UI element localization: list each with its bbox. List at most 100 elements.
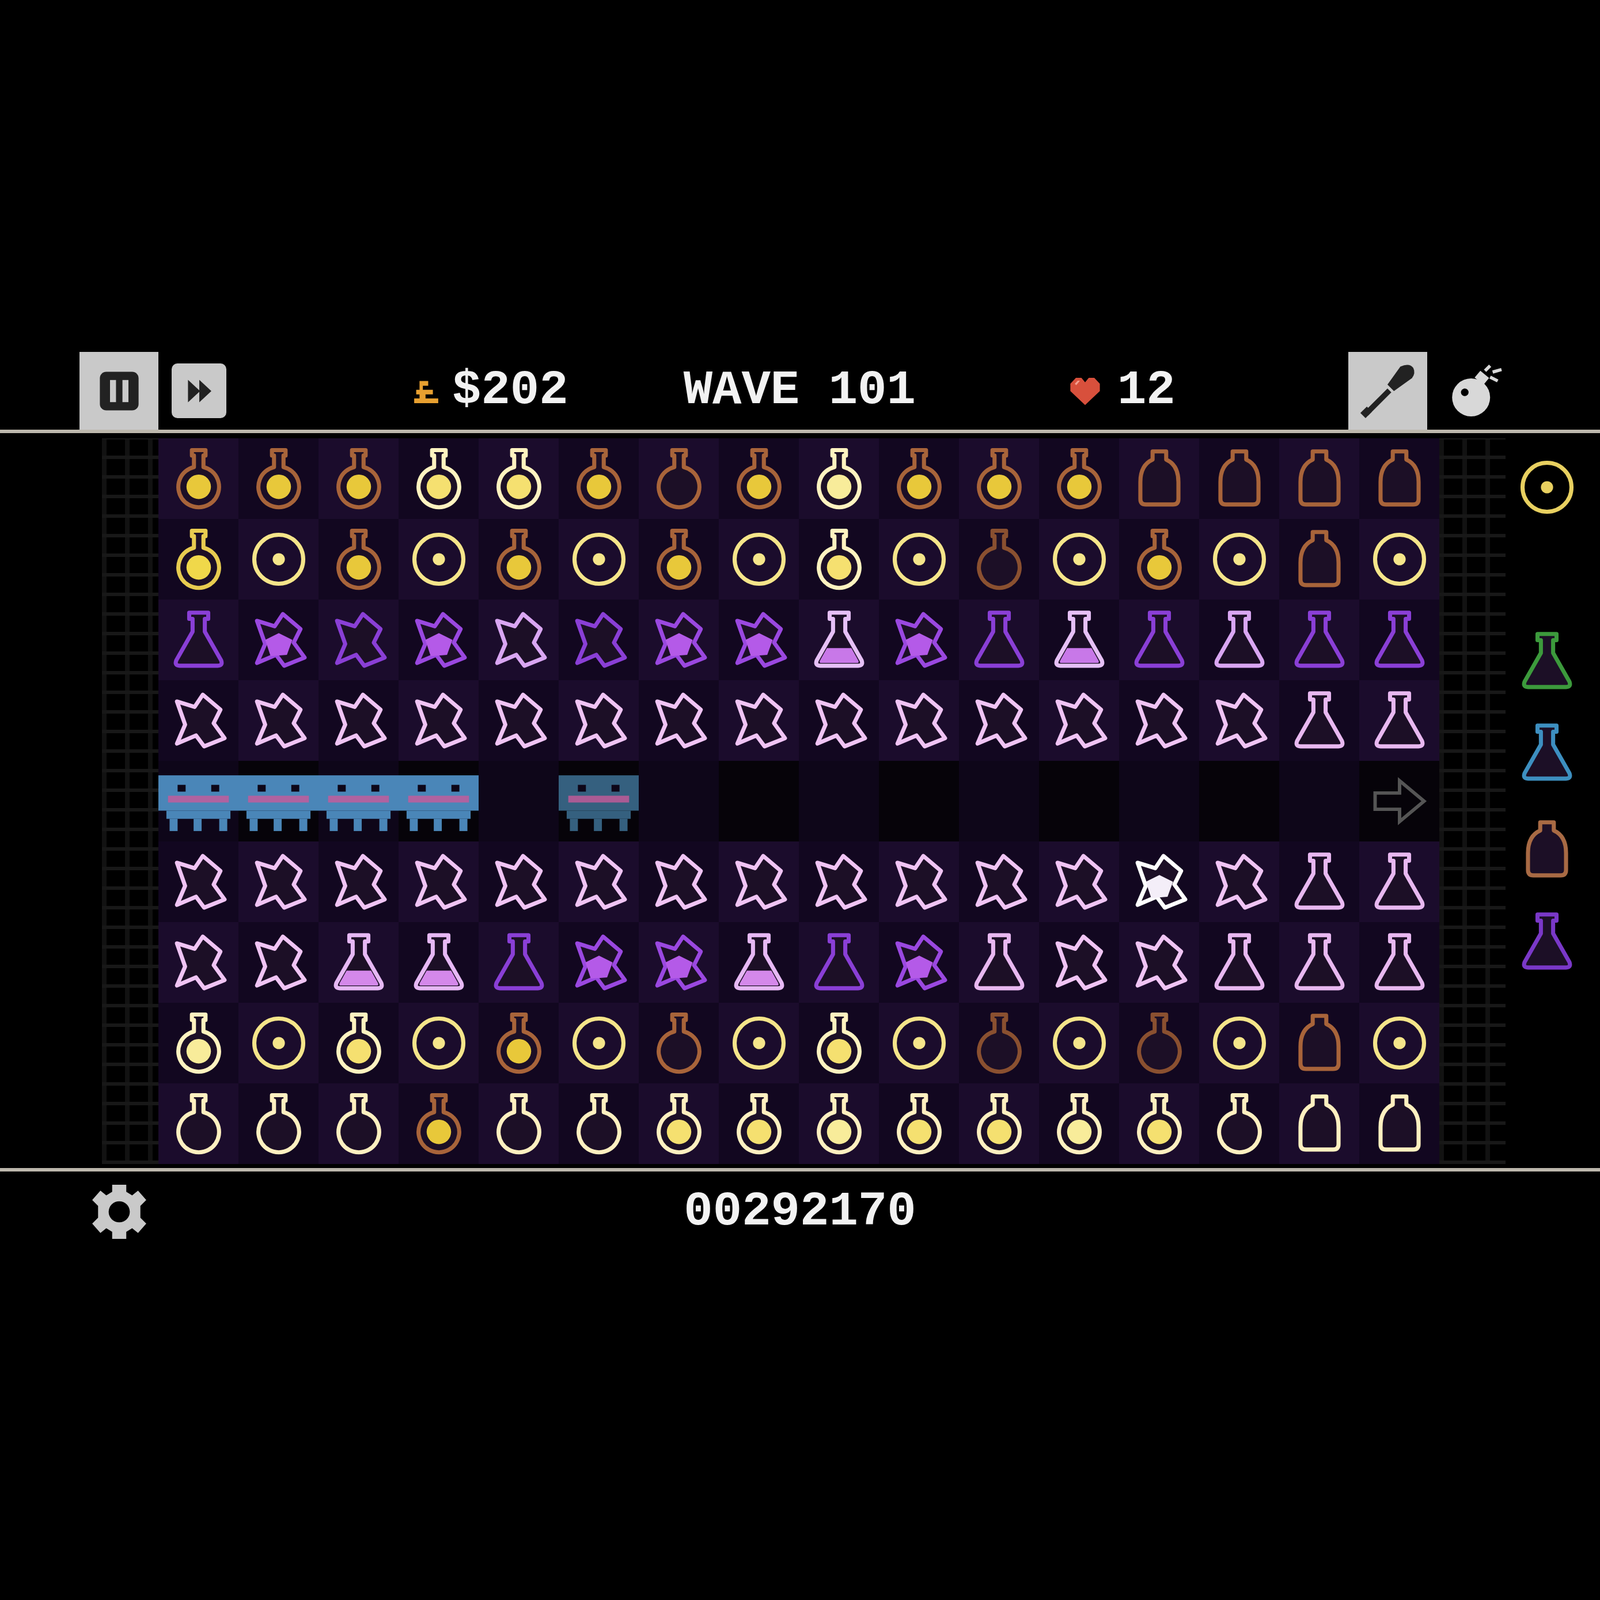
board-cell[interactable] — [798, 518, 879, 600]
path-cell[interactable] — [238, 760, 319, 842]
board-cell[interactable] — [558, 841, 639, 923]
settings-gear-icon[interactable] — [89, 1182, 149, 1242]
board-cell[interactable] — [1039, 1083, 1120, 1165]
board-cell[interactable] — [1119, 922, 1200, 1003]
board-cell[interactable] — [1039, 518, 1120, 600]
palette-item[interactable] — [1512, 907, 1582, 977]
path-cell[interactable] — [478, 760, 559, 842]
board-cell[interactable] — [158, 518, 239, 600]
board-cell[interactable] — [318, 680, 399, 761]
board-cell[interactable] — [158, 680, 239, 761]
board-cell[interactable] — [1039, 841, 1120, 923]
board-cell[interactable] — [798, 680, 879, 761]
board-cell[interactable] — [158, 599, 239, 681]
board-cell[interactable] — [158, 1083, 239, 1165]
board-cell[interactable] — [1279, 1083, 1360, 1165]
board-cell[interactable] — [1039, 438, 1120, 519]
path-cell[interactable] — [1279, 760, 1360, 842]
board-cell[interactable] — [638, 438, 719, 519]
board-cell[interactable] — [878, 841, 959, 923]
board-cell[interactable] — [1279, 438, 1360, 519]
board-cell[interactable] — [318, 518, 399, 600]
path-cell[interactable] — [318, 760, 399, 842]
board-cell[interactable] — [958, 922, 1040, 1003]
path-cell[interactable] — [1039, 760, 1120, 842]
board-cell[interactable] — [1279, 599, 1360, 681]
path-cell[interactable] — [958, 760, 1040, 842]
board-cell[interactable] — [1199, 1002, 1280, 1084]
board-cell[interactable] — [478, 518, 559, 600]
board-cell[interactable] — [558, 438, 639, 519]
board-cell[interactable] — [718, 599, 799, 681]
board-cell[interactable] — [638, 1083, 719, 1165]
board-cell[interactable] — [238, 1083, 319, 1165]
board-cell[interactable] — [398, 680, 479, 761]
path-cell[interactable] — [798, 760, 879, 842]
board-cell[interactable] — [478, 841, 559, 923]
board-cell[interactable] — [1279, 680, 1360, 761]
board-cell[interactable] — [478, 1083, 559, 1165]
board-cell[interactable] — [798, 438, 879, 519]
board-cell[interactable] — [558, 680, 639, 761]
board-cell[interactable] — [798, 1002, 879, 1084]
board-cell[interactable] — [718, 922, 799, 1003]
board-cell[interactable] — [1199, 1083, 1280, 1165]
path-cell[interactable] — [718, 760, 799, 842]
board-cell[interactable] — [478, 599, 559, 681]
palette-item[interactable] — [1512, 814, 1582, 885]
palette-item[interactable] — [1512, 718, 1582, 788]
board-cell[interactable] — [718, 841, 799, 923]
board-cell[interactable] — [878, 518, 959, 600]
board-cell[interactable] — [1199, 518, 1280, 600]
board-cell[interactable] — [1359, 922, 1440, 1003]
board-cell[interactable] — [1119, 599, 1200, 681]
board-cell[interactable] — [958, 518, 1040, 600]
board-cell[interactable] — [1039, 922, 1120, 1003]
palette-item[interactable] — [1512, 626, 1582, 696]
path-cell[interactable] — [1199, 760, 1280, 842]
board-cell[interactable] — [158, 922, 239, 1003]
board-cell[interactable] — [1199, 922, 1280, 1003]
board-cell[interactable] — [638, 599, 719, 681]
board-cell[interactable] — [478, 1002, 559, 1084]
board-cell[interactable] — [1119, 841, 1200, 923]
path-cell[interactable] — [558, 760, 639, 842]
board-cell[interactable] — [398, 599, 479, 681]
board-cell[interactable] — [638, 1002, 719, 1084]
board-cell[interactable] — [318, 922, 399, 1003]
board-cell[interactable] — [478, 680, 559, 761]
board-cell[interactable] — [398, 1083, 479, 1165]
board-cell[interactable] — [878, 680, 959, 761]
board-cell[interactable] — [158, 841, 239, 923]
board-cell[interactable] — [718, 1002, 799, 1084]
board-cell[interactable] — [1039, 1002, 1120, 1084]
board-cell[interactable] — [878, 438, 959, 519]
board-cell[interactable] — [318, 841, 399, 923]
board-cell[interactable] — [1359, 518, 1440, 600]
board-cell[interactable] — [718, 680, 799, 761]
board-cell[interactable] — [158, 1002, 239, 1084]
board-cell[interactable] — [558, 922, 639, 1003]
path-cell[interactable] — [398, 760, 479, 842]
board-cell[interactable] — [1279, 922, 1360, 1003]
board-cell[interactable] — [1279, 841, 1360, 923]
board-cell[interactable] — [958, 1002, 1040, 1084]
board-cell[interactable] — [238, 518, 319, 600]
board-cell[interactable] — [398, 841, 479, 923]
game-board[interactable] — [158, 438, 1440, 1165]
board-cell[interactable] — [558, 599, 639, 681]
pause-button[interactable] — [79, 351, 159, 430]
board-cell[interactable] — [1199, 438, 1280, 519]
board-cell[interactable] — [638, 680, 719, 761]
path-cell[interactable] — [1359, 760, 1440, 842]
board-cell[interactable] — [1359, 438, 1440, 519]
board-cell[interactable] — [238, 841, 319, 923]
board-cell[interactable] — [318, 1083, 399, 1165]
board-cell[interactable] — [798, 599, 879, 681]
board-cell[interactable] — [878, 922, 959, 1003]
board-cell[interactable] — [238, 1002, 319, 1084]
board-cell[interactable] — [1279, 1002, 1360, 1084]
board-cell[interactable] — [1359, 599, 1440, 681]
board-cell[interactable] — [478, 922, 559, 1003]
board-cell[interactable] — [1119, 1002, 1200, 1084]
